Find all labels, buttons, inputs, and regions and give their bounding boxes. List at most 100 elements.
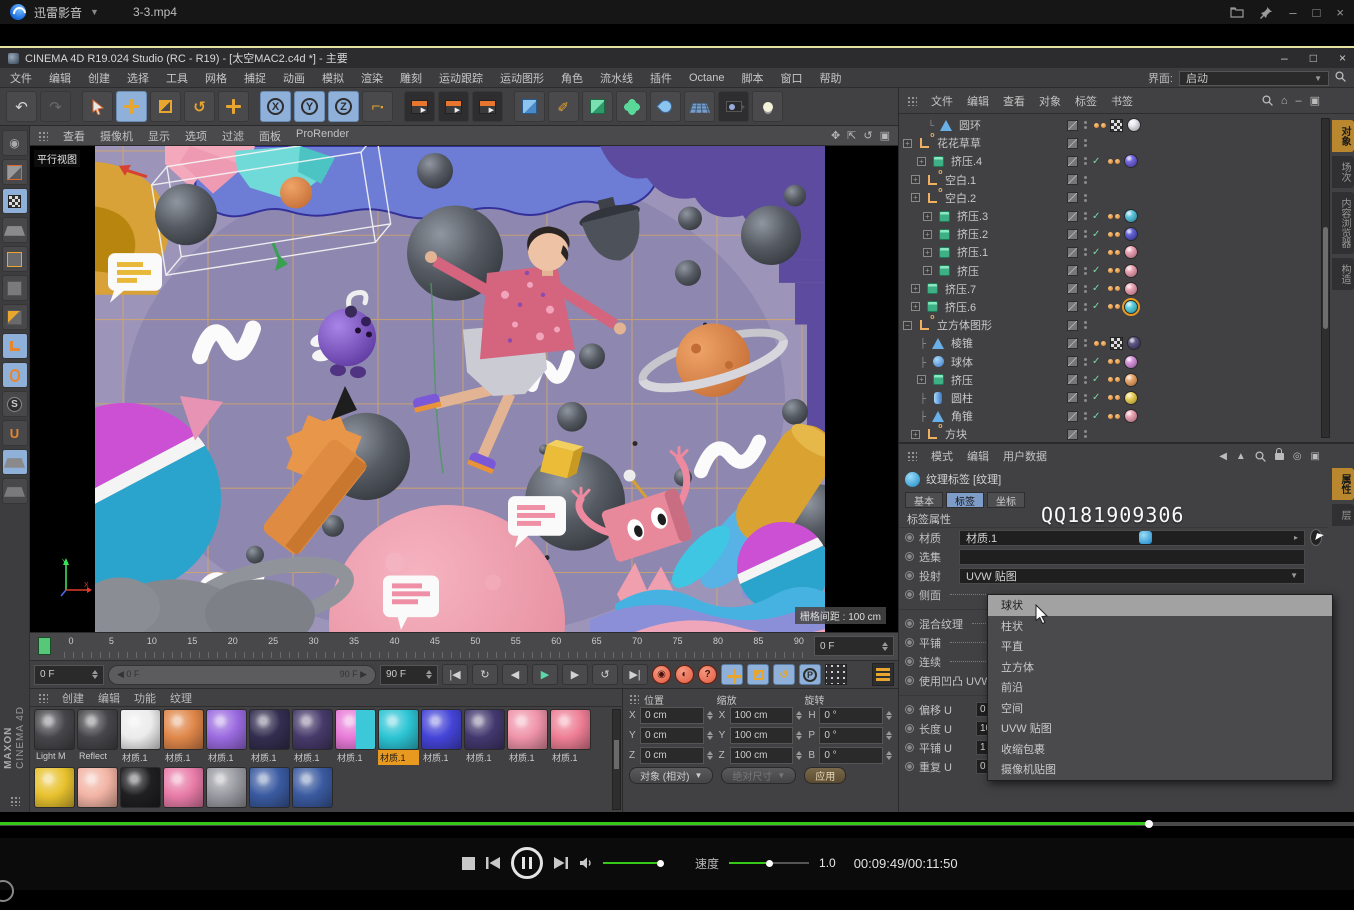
primitive-cube-button[interactable] [514, 91, 545, 122]
visibility-dots[interactable] [1082, 248, 1088, 256]
material-tag-icon[interactable] [1124, 300, 1138, 314]
material-item[interactable]: 材质.1 [464, 709, 505, 765]
position-input[interactable]: 0 cm [640, 707, 704, 724]
menu-item[interactable]: 流水线 [600, 70, 633, 86]
enabled-check-icon[interactable]: ✓ [1092, 411, 1102, 422]
material-item[interactable]: 材质.1 [120, 709, 161, 765]
tree-expander[interactable]: + [923, 266, 932, 275]
object-name[interactable]: 挤压.3 [957, 208, 988, 224]
object-name[interactable]: 挤压.6 [945, 299, 976, 315]
visibility-dots[interactable] [1082, 339, 1088, 347]
frame-field[interactable]: 0 F [814, 636, 894, 656]
expand-icon[interactable]: ▣ [1310, 94, 1320, 107]
menu-item[interactable]: 运动图形 [500, 70, 544, 86]
material-item[interactable] [292, 767, 333, 808]
volume-slider[interactable] [603, 862, 661, 864]
enabled-check-icon[interactable]: ✓ [1092, 392, 1102, 403]
texture-tag-icon[interactable] [1094, 341, 1106, 346]
anim-dot-icon[interactable] [905, 571, 914, 580]
visibility-dots[interactable] [1082, 358, 1088, 366]
texture-tag-icon[interactable] [1108, 268, 1120, 273]
menu-item[interactable]: 帮助 [819, 70, 841, 86]
visibility-dots[interactable] [1082, 285, 1088, 293]
dropdown-option[interactable]: 空间 [988, 698, 1332, 719]
viewport-menu-item[interactable]: ProRender [296, 128, 349, 144]
material-item[interactable] [206, 767, 247, 808]
key-pla-button[interactable] [825, 664, 847, 685]
material-tag-icon[interactable] [1124, 209, 1138, 223]
object-row[interactable]: ├ 角锥 ✓ [899, 407, 1354, 425]
scale-input[interactable]: 100 cm [730, 727, 794, 744]
video-progress-bar[interactable] [0, 822, 1354, 826]
panel-grid-icon[interactable] [907, 451, 917, 461]
object-row[interactable]: ├ 棱锥 ✓ [899, 334, 1354, 352]
key-parameter-button[interactable]: P [799, 664, 821, 685]
spline-pen-button[interactable]: ✎ [548, 91, 579, 122]
lock-icon[interactable] [1275, 453, 1284, 460]
last-tool[interactable] [218, 91, 249, 122]
visibility-dots[interactable] [1082, 303, 1088, 311]
object-row[interactable]: + 空白.2 ✓ [899, 189, 1354, 207]
coordinate-system-button[interactable]: ⌐▪ [362, 91, 393, 122]
panel-grid-icon[interactable] [10, 796, 20, 806]
visibility-dots[interactable] [1082, 157, 1088, 165]
menu-item[interactable]: 创建 [88, 70, 110, 86]
object-row[interactable]: ├ 圆柱 ✓ [899, 389, 1354, 407]
tree-expander[interactable]: − [903, 321, 912, 330]
material-item[interactable]: Light M [34, 709, 75, 765]
render-queue-button[interactable] [472, 91, 503, 122]
material-menu-item[interactable]: 纹理 [170, 690, 192, 706]
material-tag-icon[interactable] [1127, 336, 1141, 350]
material-item[interactable]: 材质.1 [421, 709, 462, 765]
rotation-input[interactable]: 0 ° [819, 747, 883, 764]
speed-slider[interactable] [729, 862, 809, 864]
menu-item[interactable]: 文件 [10, 70, 32, 86]
visibility-dots[interactable] [1082, 394, 1088, 402]
object-row[interactable]: + 挤压.3 ✓ [899, 207, 1354, 225]
progress-handle[interactable] [1145, 820, 1153, 828]
editor-visibility-toggle[interactable] [1067, 429, 1078, 440]
menu-item[interactable]: 角色 [561, 70, 583, 86]
material-menu-item[interactable]: 编辑 [98, 690, 120, 706]
editor-visibility-toggle[interactable] [1067, 229, 1078, 240]
material-tag-icon[interactable] [1124, 409, 1138, 423]
object-menu-item[interactable]: 书签 [1111, 93, 1133, 109]
viewport-toggle-icon[interactable]: ▣ [880, 129, 890, 142]
menu-item[interactable]: 选择 [127, 70, 149, 86]
end-frame-input[interactable]: 90 F [380, 665, 438, 685]
object-row[interactable]: + 挤压.7 ✓ [899, 280, 1354, 298]
enabled-check-icon[interactable]: ✓ [1092, 283, 1102, 294]
search-icon[interactable] [1335, 71, 1346, 85]
tree-expander[interactable]: + [917, 157, 926, 166]
material-item[interactable]: 材质.1 [335, 709, 376, 765]
goto-start-button[interactable]: |◀ [442, 664, 468, 685]
view-label[interactable]: 平行视图 [34, 150, 80, 167]
timeline-playhead[interactable] [38, 637, 51, 655]
c4d-titlebar[interactable]: CINEMA 4D R19.024 Studio (RC - R19) - [太… [0, 48, 1354, 68]
side-tab[interactable]: 对象 [1332, 120, 1354, 152]
live-selection-tool[interactable] [82, 91, 113, 122]
enabled-check-icon[interactable]: ✓ [1092, 211, 1102, 222]
tree-expander[interactable]: + [923, 248, 932, 257]
visibility-dots[interactable] [1082, 430, 1088, 438]
object-name[interactable]: 空白.2 [945, 190, 976, 206]
menu-item[interactable]: Octane [689, 72, 724, 84]
enabled-check-icon[interactable]: ✓ [1092, 356, 1102, 367]
material-item[interactable]: 材质.1 [292, 709, 333, 765]
z-axis-lock-button[interactable]: Z [328, 91, 359, 122]
menu-item[interactable]: 捕捉 [244, 70, 266, 86]
points-mode-button[interactable] [2, 246, 28, 272]
chevron-down-icon[interactable]: ▼ [90, 7, 99, 17]
volume-icon[interactable] [579, 856, 593, 870]
material-item[interactable]: 材质.1 [550, 709, 591, 765]
menu-item[interactable]: 脚本 [741, 70, 763, 86]
viewport-solo-button[interactable] [2, 362, 28, 388]
panel-grid-icon[interactable] [38, 131, 48, 141]
object-menu-item[interactable]: 对象 [1039, 93, 1061, 109]
tree-expander[interactable]: + [917, 375, 926, 384]
object-manager-scrollbar[interactable] [1321, 118, 1330, 438]
material-item[interactable] [77, 767, 118, 808]
texture-tag-icon[interactable] [1108, 159, 1120, 164]
target-icon[interactable]: ◎ [1293, 451, 1302, 462]
dropdown-option[interactable]: 平直 [988, 636, 1332, 657]
